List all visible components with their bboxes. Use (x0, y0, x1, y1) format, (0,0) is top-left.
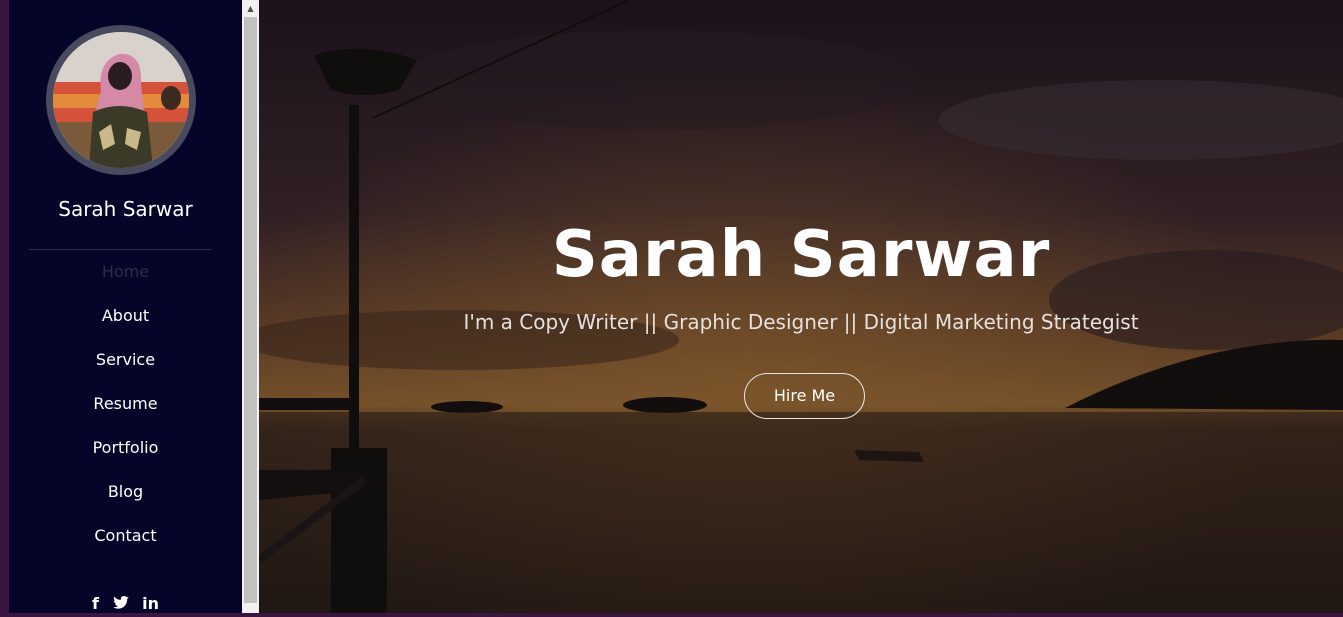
sidebar-nav: Home About Service Resume Portfolio Blog… (9, 261, 242, 569)
hero-section: Sarah Sarwar I'm a Copy Writer || Graphi… (259, 0, 1343, 613)
hire-me-button[interactable]: Hire Me (744, 373, 865, 419)
nav-item-service[interactable]: Service (9, 349, 242, 393)
sidebar-divider (29, 249, 212, 250)
avatar (46, 25, 196, 175)
facebook-icon[interactable]: f (92, 594, 99, 613)
nav-item-resume[interactable]: Resume (9, 393, 242, 437)
twitter-icon[interactable] (112, 594, 129, 613)
scrollbar-thumb[interactable] (244, 17, 257, 603)
scroll-up-arrow-icon[interactable]: ▲ (242, 0, 259, 17)
social-links: f in (9, 594, 242, 613)
sidebar: Sarah Sarwar Home About Service Resume P… (9, 0, 242, 613)
hero-title: Sarah Sarwar (551, 218, 1051, 292)
nav-item-about[interactable]: About (9, 305, 242, 349)
hero-subtitle: I'm a Copy Writer || Graphic Designer ||… (463, 310, 1139, 334)
linkedin-icon[interactable]: in (142, 594, 159, 613)
hero-background-image (259, 0, 1343, 613)
sidebar-name: Sarah Sarwar (58, 197, 193, 221)
nav-item-home[interactable]: Home (9, 261, 242, 305)
scrollbar[interactable]: ▲ (242, 0, 259, 613)
nav-item-blog[interactable]: Blog (9, 481, 242, 525)
avatar-photo (53, 32, 189, 168)
nav-item-contact[interactable]: Contact (9, 525, 242, 569)
nav-item-portfolio[interactable]: Portfolio (9, 437, 242, 481)
window-frame-bottom (0, 613, 1343, 617)
window-frame-left (0, 0, 9, 617)
